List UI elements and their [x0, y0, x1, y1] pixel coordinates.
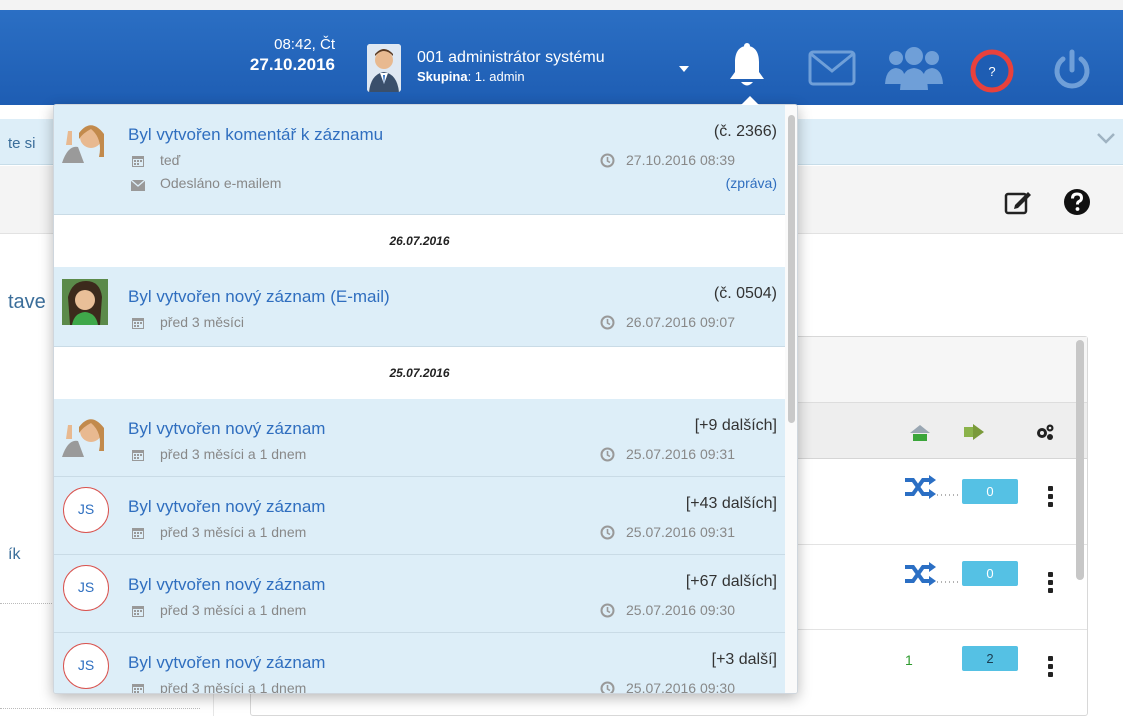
notification-item[interactable]: Byl vytvořen nový záznam (E-mail) (č. 05…	[54, 267, 785, 347]
power-icon[interactable]	[1050, 48, 1094, 97]
gears-icon[interactable]	[1035, 423, 1055, 446]
notification-title[interactable]: Byl vytvořen nový záznam	[128, 575, 325, 595]
calendar-icon	[131, 682, 145, 693]
notification-title[interactable]: Byl vytvořen nový záznam	[128, 497, 325, 517]
notification-timestamp: 25.07.2016 09:31	[626, 524, 735, 540]
info-bar-text: te si	[8, 135, 36, 152]
edit-icon[interactable]	[1004, 188, 1034, 221]
notification-title[interactable]: Byl vytvořen nový záznam	[128, 653, 325, 673]
users-icon[interactable]	[884, 44, 944, 95]
group-label: Skupina	[417, 69, 468, 84]
user-photo-avatar	[62, 279, 108, 325]
user-photo-avatar	[62, 411, 108, 457]
date-separator: 25.07.2016	[54, 347, 785, 399]
notification-mail-status: Odesláno e-mailem	[160, 175, 282, 191]
row-count: 1	[905, 652, 913, 668]
more-icon[interactable]	[1048, 572, 1054, 596]
clock-time: 08:42, Čt	[274, 36, 335, 53]
chevron-down-icon[interactable]	[1096, 131, 1116, 150]
notification-title[interactable]: Byl vytvořen komentář k záznamu	[128, 125, 383, 145]
dropdown-arrow	[741, 96, 759, 105]
notification-relative-time: před 3 měsíci a 1 dnem	[160, 524, 307, 540]
notification-timestamp: 25.07.2016 09:30	[626, 680, 735, 694]
help-button[interactable]: ?	[970, 49, 1014, 98]
shuffle-icon[interactable]	[903, 474, 961, 505]
divider	[0, 708, 200, 709]
notification-item[interactable]: JS Byl vytvořen nový záznam [+67 dalších…	[54, 555, 785, 633]
clock-icon	[600, 153, 615, 173]
notification-title[interactable]: Byl vytvořen nový záznam	[128, 419, 325, 439]
notification-timestamp: 26.07.2016 09:07	[626, 314, 735, 330]
panel-scrollbar[interactable]	[1076, 340, 1084, 580]
clock-icon	[600, 315, 615, 335]
message-link[interactable]: (zpráva)	[726, 175, 777, 191]
initials-avatar: JS	[63, 487, 109, 533]
notification-relative-time: před 3 měsíci a 1 dnem	[160, 680, 307, 694]
top-strip	[0, 0, 1123, 10]
notification-timestamp: 25.07.2016 09:31	[626, 446, 735, 462]
date-separator: 26.07.2016	[54, 215, 785, 267]
user-avatar[interactable]	[367, 44, 401, 92]
envelope-icon[interactable]	[808, 50, 856, 91]
count-badge[interactable]: 0	[962, 479, 1018, 504]
left-panel-text: ík	[8, 546, 21, 563]
notification-relative-time: před 3 měsíci a 1 dnem	[160, 446, 307, 462]
dropdown-scrollbar-thumb[interactable]	[788, 115, 795, 423]
user-menu[interactable]: 001 administrátor systému Skupina: 1. ad…	[417, 48, 605, 85]
clock-date: 27.10.2016	[249, 55, 335, 74]
notification-timestamp: 27.10.2016 08:39	[626, 152, 735, 168]
clock-icon	[600, 603, 615, 623]
import-icon[interactable]	[907, 421, 933, 448]
more-icon[interactable]	[1048, 656, 1054, 680]
notification-title[interactable]: Byl vytvořen nový záznam (E-mail)	[128, 287, 390, 307]
notification-relative-time: teď	[160, 152, 181, 168]
notification-item[interactable]: JS Byl vytvořen nový záznam [+3 další] p…	[54, 633, 785, 694]
help-label: ?	[988, 64, 995, 79]
notifications-dropdown: Byl vytvořen komentář k záznamu (č. 2366…	[53, 104, 798, 694]
chevron-down-icon[interactable]	[679, 66, 689, 72]
notification-relative-time: před 3 měsíci	[160, 314, 245, 330]
group-value: : 1. admin	[467, 69, 525, 84]
initials-avatar: JS	[63, 565, 109, 611]
notification-ref: [+3 další]	[711, 651, 777, 668]
notification-item[interactable]: Byl vytvořen nový záznam [+9 dalších] př…	[54, 399, 785, 477]
initials-avatar: JS	[63, 643, 109, 689]
notification-item[interactable]: JS Byl vytvořen nový záznam [+43 dalších…	[54, 477, 785, 555]
more-icon[interactable]	[1048, 486, 1054, 510]
left-tab-label[interactable]: tave	[8, 291, 46, 314]
notification-ref: (č. 0504)	[713, 285, 777, 302]
export-icon[interactable]	[961, 421, 987, 448]
question-circle-icon[interactable]	[1063, 188, 1091, 221]
notification-ref: [+43 dalších]	[685, 495, 777, 512]
notification-item[interactable]: Byl vytvořen komentář k záznamu (č. 2366…	[54, 105, 785, 215]
calendar-icon	[131, 526, 145, 545]
notification-ref: (č. 2366)	[713, 123, 777, 140]
notification-ref: [+9 dalších]	[694, 417, 777, 434]
clock-icon	[600, 447, 615, 467]
user-photo-avatar	[62, 117, 108, 163]
count-badge[interactable]: 0	[962, 561, 1018, 586]
notification-timestamp: 25.07.2016 09:30	[626, 602, 735, 618]
user-group: Skupina: 1. admin	[417, 68, 605, 85]
envelope-icon	[130, 178, 146, 196]
count-badge[interactable]: 2	[962, 646, 1018, 671]
shuffle-icon[interactable]	[903, 561, 961, 592]
header-clock: 08:42, Čt 27.10.2016	[210, 36, 335, 76]
notification-ref: [+67 dalších]	[685, 573, 777, 590]
calendar-icon	[131, 604, 145, 623]
calendar-icon	[131, 154, 145, 173]
clock-icon	[600, 681, 615, 693]
calendar-icon	[131, 448, 145, 467]
calendar-icon	[131, 316, 145, 335]
bell-icon[interactable]	[727, 42, 767, 97]
notification-relative-time: před 3 měsíci a 1 dnem	[160, 602, 307, 618]
clock-icon	[600, 525, 615, 545]
user-name: 001 administrátor systému	[417, 49, 605, 66]
